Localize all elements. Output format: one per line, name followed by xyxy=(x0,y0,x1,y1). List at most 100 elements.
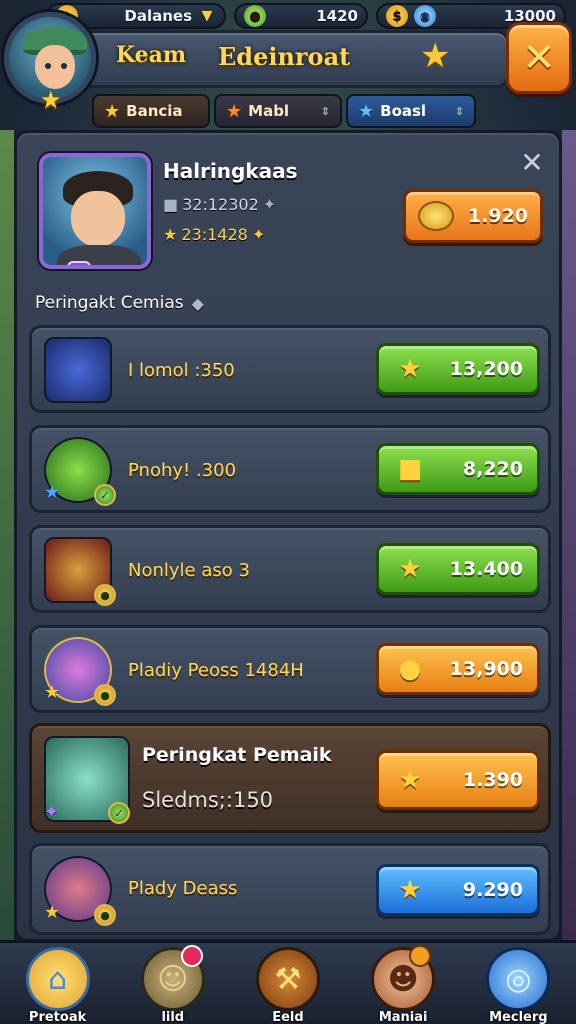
portrait-body xyxy=(57,245,141,265)
nav-label: Maniai xyxy=(378,1010,428,1024)
avatar-star-icon: ★ xyxy=(40,86,62,114)
row-reward-value: 1.390 xyxy=(462,769,523,791)
list-item[interactable]: I lomol :350 ★ 13,200 xyxy=(29,325,551,413)
avatar-face xyxy=(35,45,75,89)
filter-tabs: ★ Bancia ★ Mabl ⇕ ★ Boasl ⇕ xyxy=(92,94,476,128)
profile-stat-2-value: 23:1428 xyxy=(181,225,248,244)
home-icon: ⌂ xyxy=(25,947,90,1011)
coin-icon xyxy=(418,201,454,231)
list-item[interactable]: ★ ● Pladiy Peoss 1484H ● 13,900 xyxy=(29,625,551,713)
section-title-text: Peringakt Cemias xyxy=(35,293,184,313)
profile-portrait[interactable]: ✓ ✓ xyxy=(39,153,151,269)
notification-badge xyxy=(180,945,203,967)
row-reward-button[interactable]: ★ 13,200 xyxy=(376,343,540,395)
row-reward-value: 8,220 xyxy=(462,458,523,480)
star-icon: ★ xyxy=(104,100,121,122)
avatar-eye-right xyxy=(61,63,67,69)
star-icon: ★ xyxy=(44,482,61,503)
orb-icon: ◎ xyxy=(486,947,551,1011)
nav-item-heroes[interactable]: ☺ lild xyxy=(123,943,223,1024)
star-icon: ★ xyxy=(398,554,422,584)
hammer-icon: ⚒ xyxy=(255,947,320,1011)
add-gold-icon[interactable]: ▼ xyxy=(198,7,216,25)
row-name: I lomol :350 xyxy=(128,360,235,381)
star-icon: ★ xyxy=(398,875,422,905)
star-icon: ✦ xyxy=(44,802,60,823)
right-background-decoration xyxy=(562,130,576,940)
header-title-left: Keam xyxy=(116,42,187,68)
cube-icon: ■ xyxy=(397,454,423,484)
star-icon: ★ xyxy=(163,225,178,244)
row-reward-value: 9.290 xyxy=(462,879,523,901)
tab-label: Mabl xyxy=(248,102,290,120)
row-hero-icon xyxy=(44,337,112,403)
nav-label: Pretoak xyxy=(28,1010,87,1024)
sort-arrow-icon: ⇕ xyxy=(320,104,330,118)
section-title: Peringakt Cemias ◆ xyxy=(35,293,204,313)
check-badge-icon: ✓ xyxy=(94,484,116,506)
row-name: Pnohy! .300 xyxy=(128,460,237,481)
check-badge-icon: ✓ xyxy=(145,261,147,265)
tab-bancia[interactable]: ★ Bancia xyxy=(92,94,210,128)
row-reward-value: 13,200 xyxy=(449,358,523,380)
header-star-icon: ★ xyxy=(420,36,451,76)
profile-coin-value: 1.920 xyxy=(467,205,528,227)
resource-gold-label: Dalanes xyxy=(124,7,192,25)
star-icon: ★ xyxy=(398,765,422,795)
tab-mabl[interactable]: ★ Mabl ⇕ xyxy=(214,94,342,128)
gear-icon: ✦ xyxy=(251,225,266,244)
nav-label: Eeld xyxy=(272,1010,304,1024)
star-icon: ★ xyxy=(44,682,61,703)
gear-icon: ✦ xyxy=(262,195,277,214)
resource-gems[interactable]: ● 1420 xyxy=(234,3,368,29)
player-rank-row[interactable]: ✦ ✓ Peringkat Pemaik Sledms;:150 ★ 1.390 xyxy=(29,723,551,833)
coin-badge-icon: ● xyxy=(94,684,116,706)
resource-gems-value: 1420 xyxy=(316,7,358,25)
list-item[interactable]: ★ ● Plady Deass ★ 9.290 xyxy=(29,843,551,935)
row-reward-value: 13,900 xyxy=(449,658,523,680)
row-reward-button[interactable]: ★ 1.390 xyxy=(376,750,540,810)
star-icon: ★ xyxy=(44,902,61,923)
row-reward-button[interactable]: ★ 9.290 xyxy=(376,864,540,916)
row-name: Pladiy Peoss 1484H xyxy=(128,660,304,681)
avatar-eye-left xyxy=(45,63,51,69)
row-name: Plady Deass xyxy=(128,878,238,899)
player-rank-sub: Sledms;:150 xyxy=(142,788,274,812)
coin-badge-icon: ● xyxy=(94,584,116,606)
resource-bar: ★ Dalanes ▼ ● 1420 $ ◉ 13000 xyxy=(0,0,576,32)
leaderboard-panel: ✓ ✓ Halringkaas ■ 32:12302 ✦ ★ 23:1428 ✦… xyxy=(14,130,562,942)
nav-item-build[interactable]: ⚒ Eeld xyxy=(238,943,338,1024)
nav-item-orb[interactable]: ◎ Meclerg xyxy=(468,943,568,1024)
profile-coin-button[interactable]: 1.920 xyxy=(403,189,543,243)
row-reward-value: 13.400 xyxy=(449,558,523,580)
profile-stat-1: ■ 32:12302 ✦ xyxy=(163,195,276,214)
nav-item-profile[interactable]: ☻ Maniai xyxy=(353,943,453,1024)
profile-stat-1-value: 32:12302 xyxy=(182,195,259,214)
coin-icon: $ xyxy=(386,5,408,27)
close-icon[interactable]: ✕ xyxy=(517,146,547,179)
sort-arrow-icon: ⇕ xyxy=(454,104,464,118)
profile-name: Halringkaas xyxy=(163,159,298,183)
cube-icon: ◆ xyxy=(191,293,204,313)
row-reward-button[interactable]: ● 13,900 xyxy=(376,643,540,695)
nav-item-home[interactable]: ⌂ Pretoak xyxy=(8,943,108,1024)
star-icon: ★ xyxy=(398,354,422,384)
gem-icon: ● xyxy=(244,5,266,27)
row-reward-button[interactable]: ■ 8,220 xyxy=(376,443,540,495)
check-badge-icon: ✓ xyxy=(108,802,130,824)
close-button[interactable]: ✕ xyxy=(506,22,572,94)
row-name: Nonlyle aso 3 xyxy=(128,560,250,581)
notification-badge xyxy=(409,945,432,967)
nav-label: lild xyxy=(161,1010,185,1024)
row-reward-button[interactable]: ★ 13.400 xyxy=(376,543,540,595)
shield-icon: ✓ xyxy=(67,261,91,265)
tab-label: Bancia xyxy=(126,102,183,120)
list-item[interactable]: ● Nonlyle aso 3 ★ 13.400 xyxy=(29,525,551,613)
coin-badge-icon: ● xyxy=(94,904,116,926)
tab-boasl[interactable]: ★ Boasl ⇕ xyxy=(346,94,476,128)
list-item[interactable]: ★ ✓ Pnohy! .300 ■ 8,220 xyxy=(29,425,551,513)
tab-label: Boasl xyxy=(380,102,427,120)
profile-stat-2: ★ 23:1428 ✦ xyxy=(163,225,265,244)
star-icon: ★ xyxy=(226,100,243,122)
coin-icon: ● xyxy=(398,654,422,684)
